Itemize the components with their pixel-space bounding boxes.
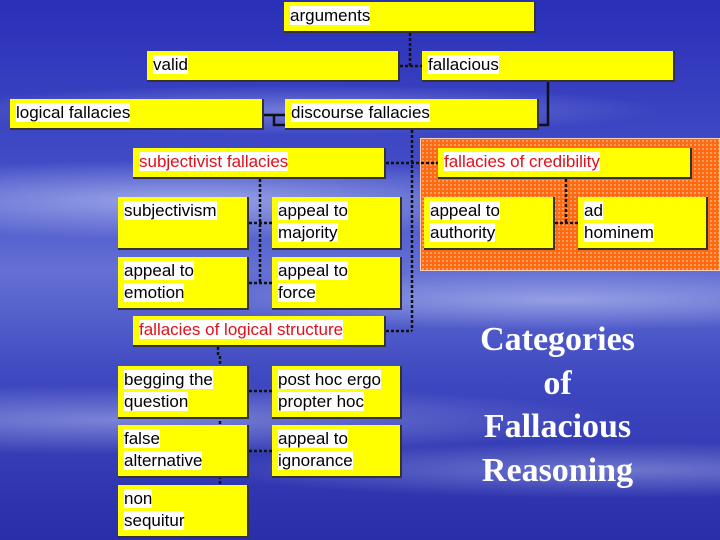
node-label: logical fallacies	[16, 103, 131, 122]
node-non-sequitur: non sequitur	[118, 485, 249, 538]
connector-subjectivist	[249, 179, 272, 285]
node-label: valid	[153, 55, 188, 74]
node-fallacies-of-logical-structure: fallacies of logical structure	[133, 316, 386, 347]
node-false-alternative: false alternative	[118, 425, 249, 478]
node-ad-hominem: ad hominem	[578, 197, 708, 250]
node-label: majority	[278, 223, 338, 242]
title-line: Categories	[480, 321, 635, 358]
node-discourse-fallacies: discourse fallacies	[285, 99, 539, 130]
slide-title: Categories of Fallacious Reasoning	[455, 318, 660, 492]
node-label: force	[278, 283, 316, 302]
node-label: appeal to	[278, 429, 348, 448]
node-label: begging the	[124, 370, 213, 389]
node-label: arguments	[290, 6, 371, 25]
node-valid: valid	[147, 51, 400, 82]
node-label: subjectivism	[124, 201, 217, 220]
title-line: of	[543, 364, 572, 402]
node-label: emotion	[124, 283, 185, 302]
node-label: non	[124, 489, 153, 508]
node-logical-fallacies: logical fallacies	[10, 99, 264, 130]
node-appeal-to-authority: appeal to authority	[424, 197, 555, 250]
node-arguments: arguments	[284, 2, 536, 33]
title-line: Fallacious	[483, 408, 632, 445]
node-label: fallacies of logical structure	[139, 320, 344, 339]
node-appeal-to-emotion: appeal to emotion	[118, 257, 249, 310]
node-label: appeal to	[278, 261, 348, 280]
node-label: alternative	[124, 451, 203, 470]
node-label: subjectivist fallacies	[139, 152, 289, 171]
node-label: hominem	[584, 223, 654, 242]
node-label: discourse fallacies	[291, 103, 430, 122]
node-begging-the-question: begging the question	[118, 366, 249, 419]
connector-arguments	[400, 33, 422, 68]
node-label: ignorance	[278, 451, 353, 470]
node-label: fallacies of credibility	[444, 152, 600, 171]
connector-credibility	[555, 179, 578, 225]
node-post-hoc: post hoc ergo propter hoc	[272, 366, 402, 419]
node-label: post hoc ergo	[278, 370, 382, 389]
node-label: propter hoc	[278, 392, 364, 411]
node-label: ad	[584, 201, 603, 220]
node-appeal-to-majority: appeal to majority	[272, 197, 402, 250]
node-fallacious: fallacious	[422, 51, 675, 82]
node-label: appeal to	[430, 201, 500, 220]
node-label: sequitur	[124, 511, 185, 530]
node-label: fallacious	[428, 55, 499, 74]
node-fallacies-of-credibility: fallacies of credibility	[438, 148, 692, 179]
node-label: appeal to	[124, 261, 194, 280]
node-appeal-to-ignorance: appeal to ignorance	[272, 425, 402, 478]
title-line: Reasoning	[481, 451, 634, 489]
node-subjectivism: subjectivism	[118, 197, 249, 250]
node-label: question	[124, 392, 189, 411]
node-subjectivist-fallacies: subjectivist fallacies	[133, 148, 386, 179]
node-label: appeal to	[278, 201, 348, 220]
node-appeal-to-force: appeal to force	[272, 257, 402, 310]
node-label: false	[124, 429, 160, 448]
node-label: authority	[430, 223, 496, 242]
